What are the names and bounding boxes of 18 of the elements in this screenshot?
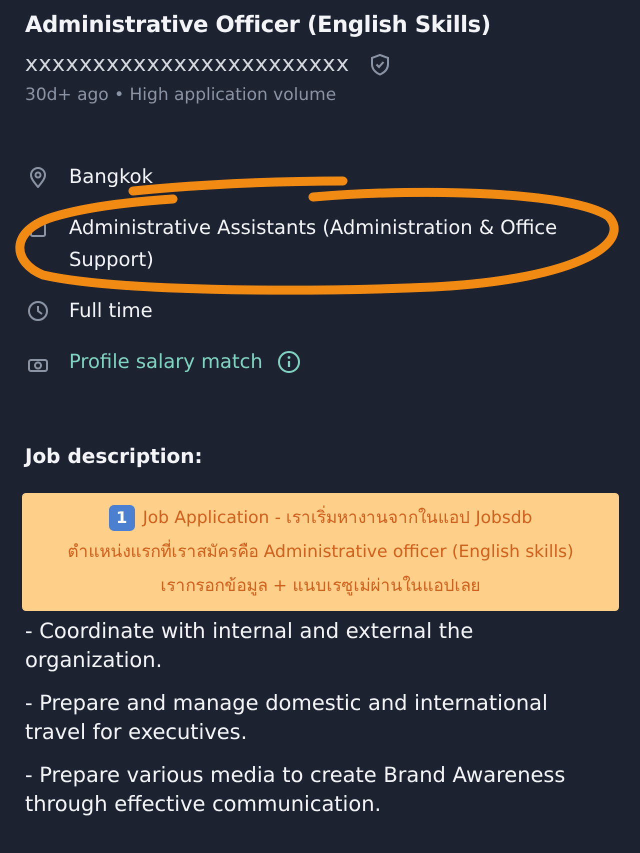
info-icon [276, 350, 301, 374]
description-text: - Prepare and manage domestic and international travel for executives. [25, 690, 549, 746]
salary-match-link[interactable]: Profile salary match [69, 346, 263, 378]
detail-text: Bangkok [69, 164, 153, 190]
number-badge: 1 [108, 505, 135, 531]
detail-text: Full time [69, 298, 153, 324]
description-text: - Prepare various media to create Brand Awareness through effective communication. [25, 762, 566, 818]
note-line: ตำแหน่งแรกที่เราสมัครคือ Administrative officer (English skills) [28, 535, 613, 569]
job-title: Administrative Officer (English Skills) [25, 12, 492, 38]
note-line: Job Application - เราเริ่มหางานจากในแอป Jobsdb [142, 508, 532, 528]
note-line: เรากรอกข้อมูล + แนบเรซูเม่ผ่านในแอปเลย [159, 574, 482, 598]
section-heading: Job description: [25, 444, 204, 468]
company-name: xxxxxxxxxxxxxxxxxxxxxxxx [25, 52, 350, 77]
detail-text: Administrative Assistants (Administration & Office Support) [69, 215, 558, 273]
posting-meta: 30d+ ago • High application volume [25, 85, 338, 105]
location-pin-icon [27, 166, 49, 188]
description-text: - Coordinate with internal and external the organization. [25, 618, 474, 674]
clock-icon [27, 300, 49, 322]
